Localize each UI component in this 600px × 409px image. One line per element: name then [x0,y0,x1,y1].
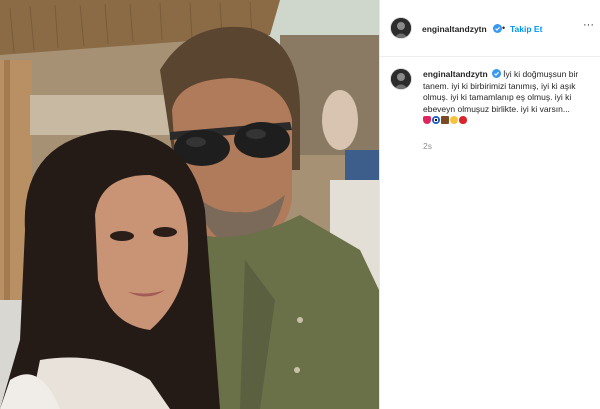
caption-username-link[interactable]: enginaltandzytn [423,69,488,79]
post-side-panel: enginaltandzytn • Takip Et ··· enginalta… [380,0,600,409]
selfie-image [0,0,379,409]
caption-text-block: enginaltandzytn İyi ki doğmuşsun bir tan… [423,69,591,127]
follow-button[interactable]: Takip Et [510,24,542,34]
balloon-icon [459,116,467,124]
chocolate-bar-icon [441,116,449,124]
verified-badge-icon [491,69,501,78]
red-heart-icon [423,116,431,124]
nazar-amulet-icon [432,116,440,124]
post-timestamp[interactable]: 2s [423,141,432,151]
verified-badge-icon [493,24,502,33]
avatar[interactable] [391,69,411,89]
post-header: enginaltandzytn • Takip Et ··· [380,0,600,57]
instagram-post: enginaltandzytn • Takip Et ··· enginalta… [0,0,600,409]
profile-photo-icon [391,69,411,89]
separator-dot: • [502,23,506,33]
avatar[interactable] [391,18,411,38]
more-options-icon[interactable]: ··· [583,19,594,31]
post-photo[interactable] [0,0,379,409]
face-with-tongue-icon [450,116,458,124]
caption-emojis [423,115,468,125]
profile-photo-icon [391,18,411,38]
username-link[interactable]: enginaltandzytn [422,24,487,34]
